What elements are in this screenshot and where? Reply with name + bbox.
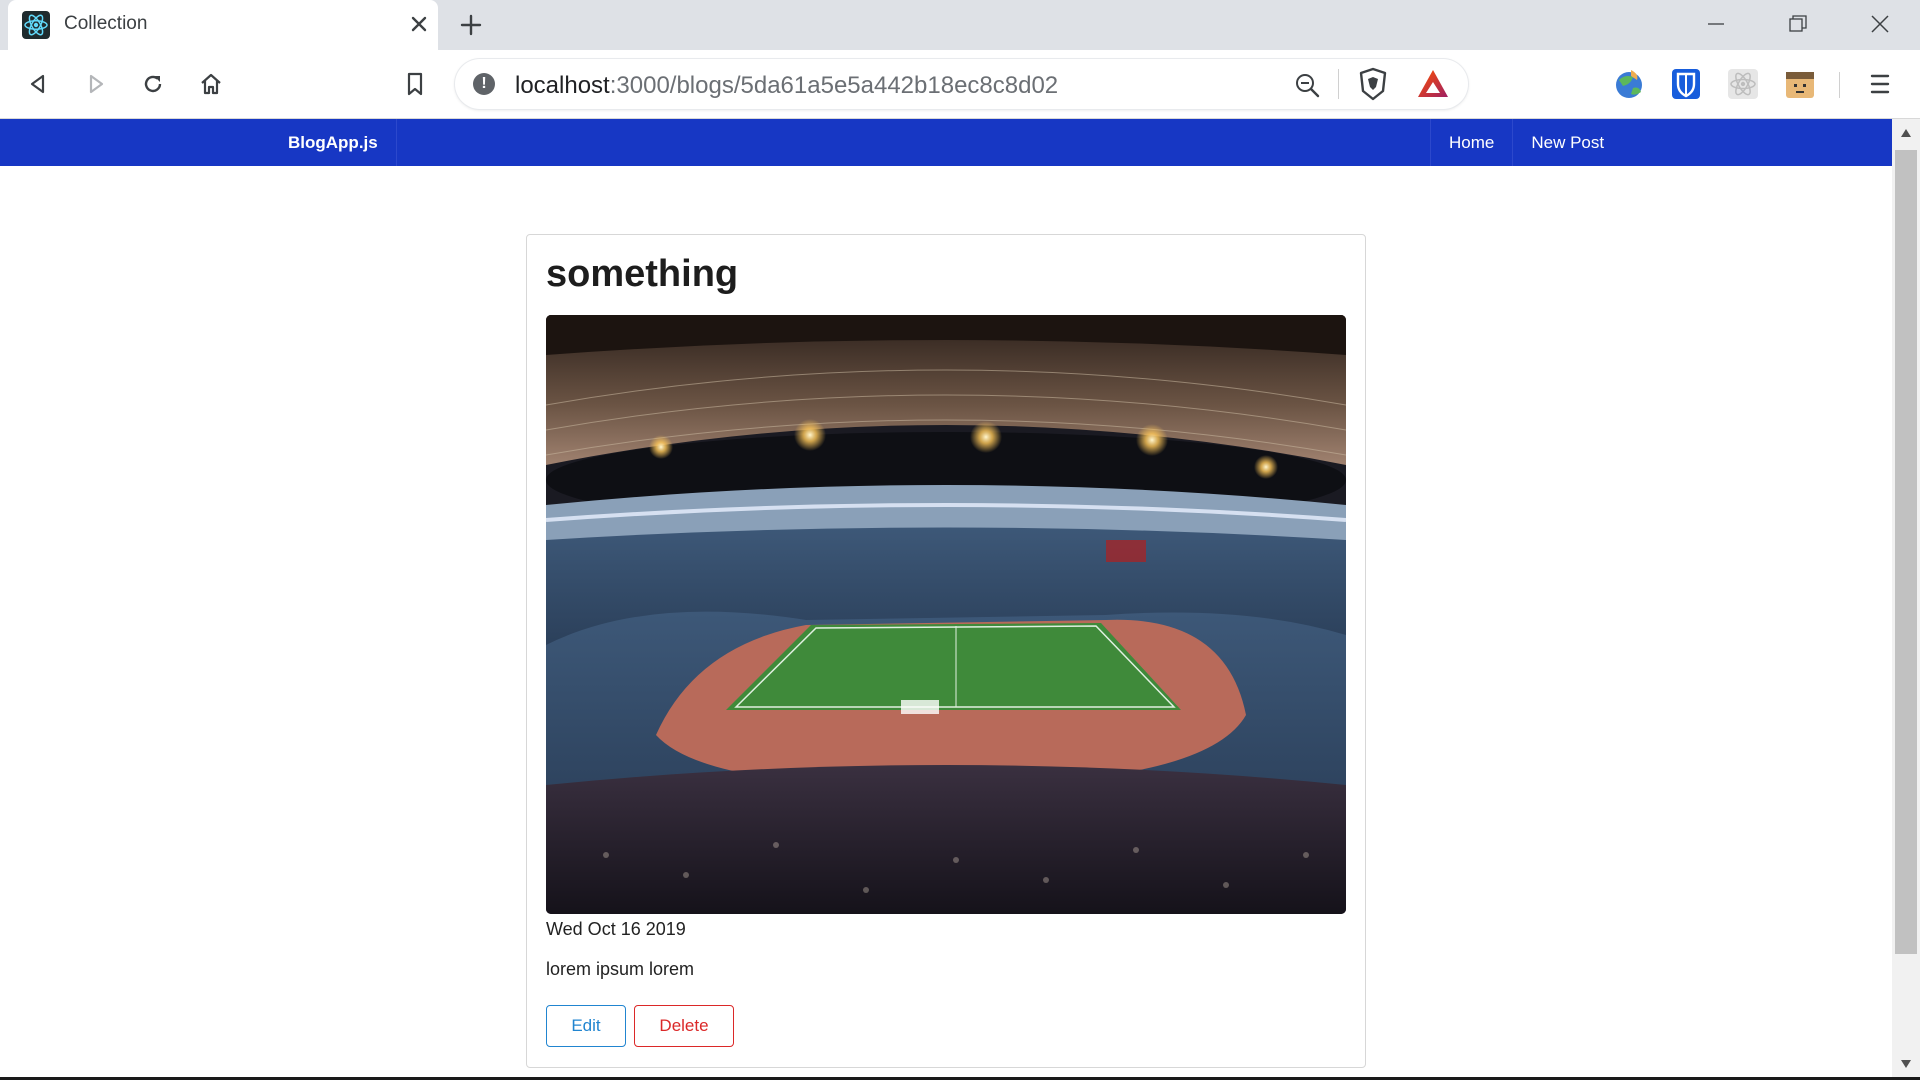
bookmark-icon[interactable] (397, 66, 433, 102)
minimize-button[interactable] (1688, 0, 1744, 48)
url-path: :3000/blogs/5da61a5e5a442b18ec8c8d02 (609, 72, 1059, 99)
extension-face-icon[interactable] (1782, 66, 1818, 102)
react-devtools-icon[interactable] (1725, 66, 1761, 102)
tab-title: Collection (64, 13, 148, 34)
plus-icon[interactable] (456, 10, 486, 40)
delete-button[interactable]: Delete (634, 1005, 734, 1047)
bitwarden-icon[interactable] (1668, 66, 1704, 102)
react-icon (22, 11, 50, 39)
address-bar[interactable]: ! localhost:3000/blogs/5da61a5e5a442b18e… (455, 59, 1468, 109)
scroll-up-arrow-icon[interactable] (1892, 119, 1920, 147)
divider (1338, 69, 1339, 99)
scroll-down-arrow-icon[interactable] (1892, 1050, 1920, 1078)
post-date: Wed Oct 16 2019 (546, 919, 686, 939)
restore-button[interactable] (1770, 0, 1826, 48)
site-navbar: BlogApp.js Home New Post (0, 119, 1892, 166)
url-text[interactable]: localhost:3000/blogs/5da61a5e5a442b18ec8… (515, 72, 1058, 100)
browser-tab[interactable]: Collection (8, 0, 438, 50)
brave-shields-icon[interactable] (1357, 67, 1389, 101)
home-icon[interactable] (193, 66, 229, 102)
nav-links: Home New Post (1430, 119, 1622, 166)
url-host: localhost (515, 72, 610, 99)
bat-rewards-icon[interactable] (1415, 67, 1451, 101)
edit-button[interactable]: Edit (546, 1005, 626, 1047)
post-image (546, 315, 1346, 914)
scrollbar-thumb[interactable] (1895, 150, 1917, 954)
zoom-out-icon[interactable] (1293, 71, 1321, 99)
post-title: something (546, 253, 739, 295)
menu-icon[interactable] (1862, 66, 1898, 102)
post-body: lorem ipsum lorem (546, 959, 695, 979)
globe-extension-icon[interactable] (1611, 66, 1647, 102)
brand-link[interactable]: BlogApp.js (270, 119, 397, 166)
reload-icon[interactable] (135, 66, 171, 102)
info-icon[interactable]: ! (473, 73, 495, 95)
browser-toolbar: ! localhost:3000/blogs/5da61a5e5a442b18e… (0, 50, 1920, 119)
nav-home-link[interactable]: Home (1431, 119, 1512, 166)
forward-icon[interactable] (78, 66, 114, 102)
browser-titlebar: Collection (0, 0, 1920, 50)
close-icon[interactable] (406, 11, 432, 37)
close-window-button[interactable] (1852, 0, 1908, 48)
back-icon[interactable] (20, 66, 56, 102)
nav-new-post-link[interactable]: New Post (1512, 119, 1622, 166)
divider (1839, 72, 1840, 98)
post-card: something Wed Oct 16 2019 lorem ipsum lo… (526, 234, 1366, 1068)
